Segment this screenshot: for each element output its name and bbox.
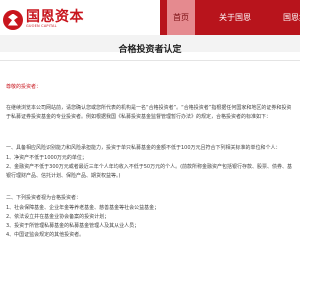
section1-heading: 一、具备相应风险识别能力和风险承担能力，投资于单只私募基金的金额不低于100万元… xyxy=(6,145,281,151)
section2-item-4: 4、中国证监会规定的其他投资者。 xyxy=(6,232,85,238)
page-title: 合格投资者认定 xyxy=(118,45,182,55)
salutation: 尊敬的投资者： xyxy=(6,84,42,90)
brand-name: 国恩资本 xyxy=(26,9,84,26)
section2-item-2: 2、依法设立并在基金业协会备案的投资计划； xyxy=(6,214,110,220)
section1-item-3: 银行理财产品、信托计划、保险产品、期货权益等。) xyxy=(6,173,121,179)
section2-item-3: 3、投资于所管理私募基金的私募基金管理人及其从业人员； xyxy=(6,223,140,229)
section2-heading: 二、下列投资者视为合格投资者： xyxy=(6,195,82,201)
nav-item-group[interactable]: 国恩集团 xyxy=(277,0,320,35)
intro-line-2: 于私募证券投资基金的专业投资者。例如根据我国《私募投资基金监督管理暂行办法》的规… xyxy=(6,114,272,120)
section1-item-2: 2、金融资产不低于300万元或者最近三年个人年均收入不低于50万元的个人。(前款… xyxy=(6,164,293,170)
nav-item-about[interactable]: 关于国恩 xyxy=(213,0,257,35)
section1-item-1: 1、净资产不低于1000万元的单位； xyxy=(6,155,87,161)
brand-name-en: GUOEN CAPITAL xyxy=(26,24,57,29)
logo-emblem-icon xyxy=(3,9,23,30)
brand-logo[interactable]: 国恩资本 GUOEN CAPITAL xyxy=(3,6,111,33)
section2-item-1: 1、社会保障基金、企业年金等养老基金、慈善基金等社会公益基金； xyxy=(6,205,160,211)
title-divider xyxy=(0,60,300,61)
nav-item-home[interactable]: 首页 xyxy=(167,0,195,35)
intro-line-1: 在继续浏览本公司网站前，请您确认您或您所代表的机构是一名“合格投资者”。“合格投… xyxy=(6,105,292,111)
logo-text: 国恩资本 GUOEN CAPITAL xyxy=(26,10,84,29)
site-header: 国恩资本 GUOEN CAPITAL 首页 关于国恩 国恩集团 xyxy=(0,0,315,35)
main-nav: 首页 关于国恩 国恩集团 xyxy=(160,0,315,35)
